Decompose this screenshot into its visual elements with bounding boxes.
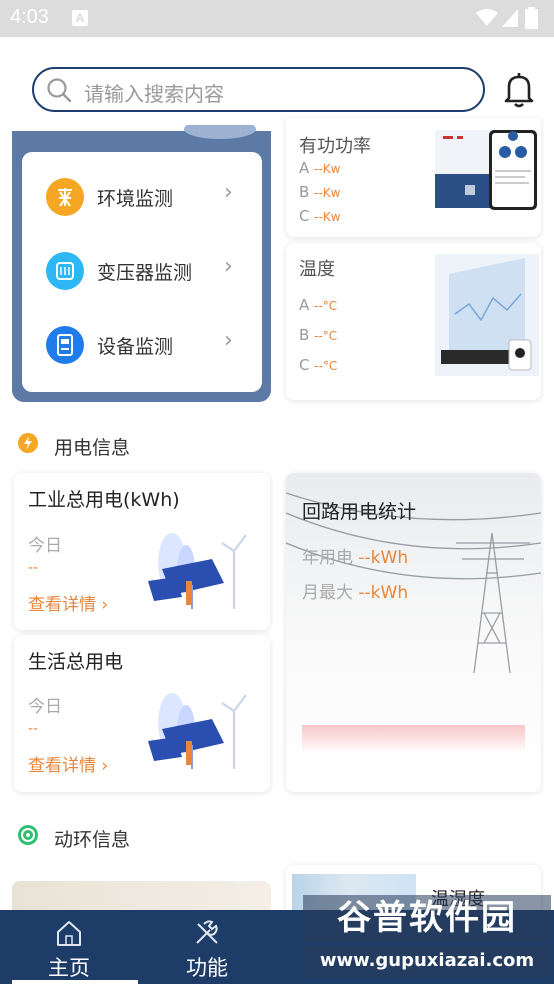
monitor-menu: 环境监测 › 变压器监测 › 设备监测 › <box>22 152 262 392</box>
bell-icon[interactable] <box>500 70 538 110</box>
temperature-title: 温度 <box>299 259 335 280</box>
watermark: 谷普软件园 www.gupuxiazai.com <box>303 895 551 984</box>
nav-item-home[interactable]: 主页 <box>32 916 106 980</box>
wifi-icon <box>476 9 498 26</box>
today-value: -- <box>28 560 39 576</box>
menu-item-transformer[interactable]: 变压器监测 › <box>22 236 262 306</box>
today-value: -- <box>28 721 39 737</box>
search-placeholder: 请输入搜索内容 <box>84 82 224 106</box>
signal-icon <box>502 9 518 27</box>
thermometer-screen-image <box>435 254 539 376</box>
view-details-label: 查看详情 <box>28 756 96 776</box>
temp-value: --°C <box>314 299 338 313</box>
month-value: --kWh <box>358 583 409 603</box>
solar-wind-image <box>148 693 247 769</box>
decorative-cloud-icon <box>184 125 256 139</box>
power-row-c: C --Kw <box>299 207 341 225</box>
electricity-section-title: 用电信息 <box>54 437 131 459</box>
solar-wind-image <box>148 533 247 609</box>
lightning-icon <box>18 433 38 453</box>
menu-item-environment[interactable]: 环境监测 › <box>22 162 262 232</box>
status-bar: 4:03 A <box>0 0 554 37</box>
nav-label-functions: 功能 <box>186 956 228 980</box>
menu-item-label: 变压器监测 <box>97 262 193 284</box>
power-value: --Kw <box>314 210 341 224</box>
nav-item-functions[interactable]: 功能 <box>170 916 244 980</box>
chevron-right-icon: › <box>224 328 233 353</box>
target-icon <box>18 825 38 845</box>
phase-label: C <box>299 356 310 374</box>
loop-stats-card[interactable]: 回路用电统计 年用电 --kWh 月最大 --kWh <box>286 473 541 792</box>
industrial-usage-card[interactable]: 工业总用电(kWh) 今日 -- 查看详情 › <box>14 473 270 630</box>
status-time: 4:03 <box>10 6 49 28</box>
temp-value: --°C <box>314 359 338 373</box>
env-card-image[interactable] <box>12 881 271 910</box>
power-value: --Kw <box>314 162 341 176</box>
year-label: 年用电 <box>302 548 353 568</box>
active-power-title: 有功功率 <box>299 136 371 157</box>
battery-icon <box>525 7 538 29</box>
month-max: 月最大 --kWh <box>302 578 408 603</box>
phase-label: C <box>299 207 310 225</box>
environment-icon <box>46 178 84 216</box>
temp-value: --°C <box>314 329 338 343</box>
domestic-title: 生活总用电 <box>28 651 124 673</box>
watermark-url: www.gupuxiazai.com <box>303 945 551 977</box>
year-value: --kWh <box>358 548 409 568</box>
menu-item-label: 环境监测 <box>97 188 174 210</box>
month-label: 月最大 <box>302 583 353 603</box>
chevron-right-icon: › <box>224 180 233 205</box>
menu-item-device[interactable]: 设备监测 › <box>22 310 262 380</box>
watermark-text: 谷普软件园 <box>303 895 551 941</box>
power-value: --Kw <box>314 186 341 200</box>
view-details-link[interactable]: 查看详情 › <box>28 751 108 776</box>
industrial-title: 工业总用电(kWh) <box>28 489 180 511</box>
view-details-label: 查看详情 <box>28 595 96 615</box>
phase-label: B <box>299 326 310 344</box>
today-label: 今日 <box>28 697 62 717</box>
tools-icon <box>196 920 218 944</box>
temp-row-a: A --°C <box>299 296 337 314</box>
temp-row-b: B --°C <box>299 326 337 344</box>
search-input[interactable]: 请输入搜索内容 <box>32 67 485 112</box>
env-section-title: 动环信息 <box>54 829 131 851</box>
search-icon <box>47 78 72 103</box>
phase-label: B <box>299 183 310 201</box>
active-power-card[interactable]: 有功功率 A --Kw B --Kw C --Kw <box>286 118 541 237</box>
view-details-link[interactable]: 查看详情 › <box>28 590 108 615</box>
domestic-usage-card[interactable]: 生活总用电 今日 -- 查看详情 › <box>14 635 270 792</box>
transformer-icon <box>46 252 84 290</box>
notification-a-icon: A <box>72 10 88 26</box>
temp-row-c: C --°C <box>299 356 337 374</box>
dashboard-devices-image <box>435 130 537 210</box>
year-usage: 年用电 --kWh <box>302 543 408 568</box>
loop-stats-title: 回路用电统计 <box>302 501 417 523</box>
device-icon <box>46 326 84 364</box>
nav-label-home: 主页 <box>48 956 90 980</box>
active-tab-indicator <box>12 980 138 984</box>
temperature-card[interactable]: 温度 A --°C B --°C C --°C <box>286 243 541 400</box>
menu-item-label: 设备监测 <box>97 336 174 358</box>
power-row-a: A --Kw <box>299 159 340 177</box>
phase-label: A <box>299 159 310 177</box>
today-label: 今日 <box>28 536 62 556</box>
power-row-b: B --Kw <box>299 183 340 201</box>
chevron-right-icon: › <box>224 254 233 279</box>
home-icon <box>57 921 81 946</box>
phase-label: A <box>299 296 310 314</box>
